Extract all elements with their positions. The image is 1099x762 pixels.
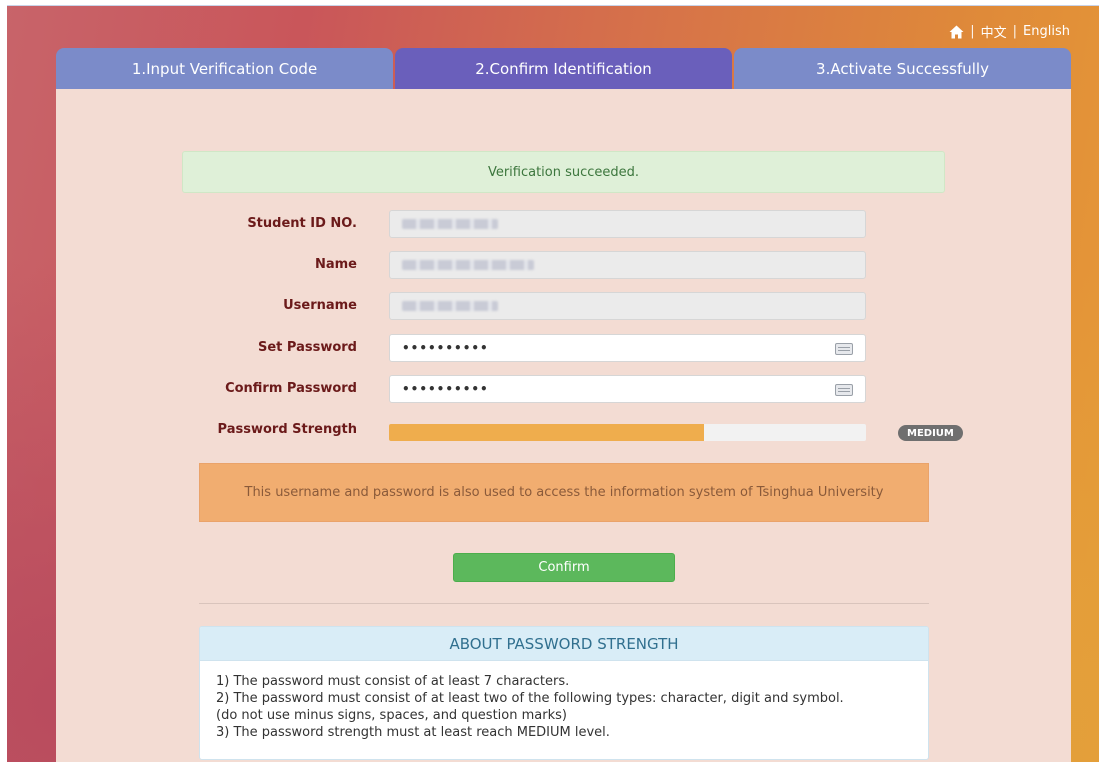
confirm-button[interactable]: Confirm <box>453 553 675 582</box>
lang-zh-link[interactable]: 中文 <box>981 22 1007 41</box>
confirm-password-label: Confirm Password <box>225 381 357 396</box>
tab-input-verification-code[interactable]: 1.Input Verification Code <box>56 48 393 89</box>
redacted-value <box>402 219 498 229</box>
divider <box>199 603 929 604</box>
set-password-value: •••••••••• <box>402 341 489 355</box>
student-id-label: Student ID NO. <box>247 216 357 231</box>
keyboard-icon[interactable] <box>835 384 853 396</box>
password-strength-label: Password Strength <box>217 422 357 437</box>
student-id-row: Student ID NO. <box>56 210 1071 238</box>
home-icon[interactable] <box>949 25 964 39</box>
tab-activate-successfully[interactable]: 3.Activate Successfully <box>734 48 1071 89</box>
info-panel-body: 1) The password must consist of at least… <box>200 661 928 753</box>
step-tabs: 1.Input Verification Code 2.Confirm Iden… <box>56 48 1071 89</box>
password-strength-row: Password Strength MEDIUM <box>56 420 1071 448</box>
main-panel: Verification succeeded. Student ID NO. N… <box>56 89 1071 762</box>
username-field <box>389 292 866 320</box>
left-border <box>0 0 7 762</box>
set-password-label: Set Password <box>257 340 357 355</box>
account-usage-notice: This username and password is also used … <box>199 463 929 522</box>
nav-separator: | <box>1012 24 1018 39</box>
password-strength-info-panel: ABOUT PASSWORD STRENGTH 1) The password … <box>199 626 929 760</box>
lang-en-link[interactable]: English <box>1023 24 1070 39</box>
username-label: Username <box>283 298 357 313</box>
rule-item: (do not use minus signs, spaces, and que… <box>216 708 567 723</box>
redacted-value <box>402 301 498 311</box>
top-border <box>0 0 1099 6</box>
set-password-row: Set Password •••••••••• <box>56 334 1071 362</box>
strength-level-badge: MEDIUM <box>898 425 963 441</box>
confirm-password-row: Confirm Password •••••••••• <box>56 375 1071 403</box>
top-nav: | 中文 | English <box>949 22 1070 41</box>
name-label: Name <box>314 257 357 272</box>
name-field <box>389 251 866 279</box>
info-panel-title: ABOUT PASSWORD STRENGTH <box>200 627 928 661</box>
rule-item: 2) The password must consist of at least… <box>216 691 844 706</box>
rule-item: 3) The password strength must at least r… <box>216 725 610 740</box>
student-id-field <box>389 210 866 238</box>
username-row: Username <box>56 292 1071 320</box>
password-strength-bar <box>389 424 866 441</box>
confirm-password-value: •••••••••• <box>402 382 489 396</box>
rule-item: 1) The password must consist of at least… <box>216 674 570 689</box>
tab-confirm-identification[interactable]: 2.Confirm Identification <box>395 48 732 89</box>
keyboard-icon[interactable] <box>835 343 853 355</box>
name-row: Name <box>56 251 1071 279</box>
verification-success-alert: Verification succeeded. <box>182 151 945 193</box>
set-password-input[interactable]: •••••••••• <box>389 334 866 362</box>
confirm-password-input[interactable]: •••••••••• <box>389 375 866 403</box>
nav-separator: | <box>970 24 975 39</box>
password-strength-fill <box>389 424 704 441</box>
redacted-value <box>402 260 534 270</box>
